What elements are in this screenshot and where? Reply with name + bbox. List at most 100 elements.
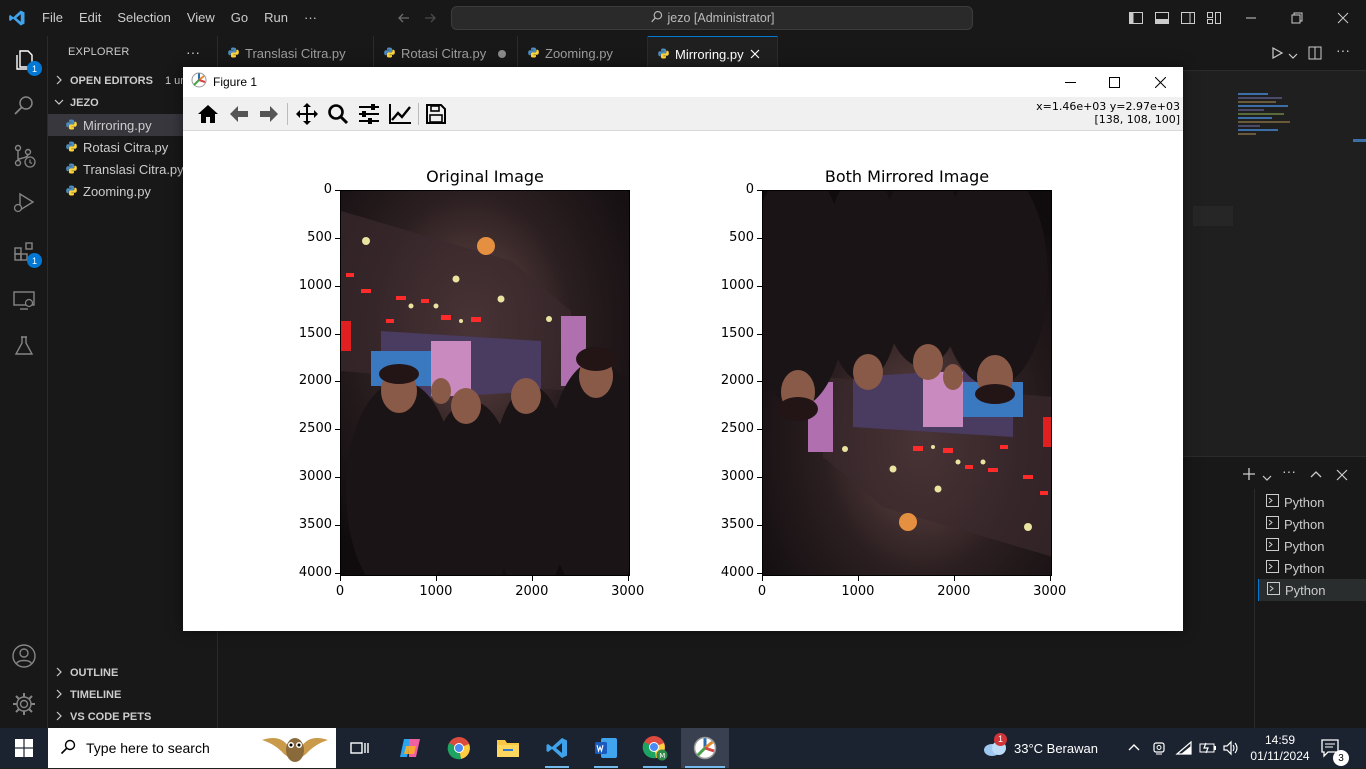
terminal-label: Python <box>1284 560 1325 576</box>
vscode-pets-section[interactable]: VS CODE PETS <box>48 706 217 728</box>
weather-widget[interactable]: 1 33°C Berawan <box>982 728 1098 768</box>
outline-section[interactable]: OUTLINE <box>48 662 217 684</box>
maximize-panel-icon[interactable] <box>1310 468 1322 486</box>
minimize-button[interactable] <box>1228 0 1274 36</box>
word-icon[interactable] <box>582 728 630 768</box>
timeline-label: TIMELINE <box>70 689 122 701</box>
customize-layout-icon[interactable] <box>1206 10 1222 31</box>
minimap[interactable] <box>1238 91 1298 146</box>
run-debug-icon[interactable] <box>8 186 40 218</box>
python-file-icon <box>66 162 77 177</box>
battery-icon[interactable] <box>1199 728 1217 768</box>
close-tab-icon[interactable] <box>750 47 760 62</box>
close-panel-icon[interactable] <box>1336 468 1348 486</box>
zoom-magnifier-icon[interactable] <box>324 101 352 127</box>
panel-more-icon[interactable]: ··· <box>1282 463 1296 479</box>
x-tick-mark <box>857 576 859 581</box>
menu-go[interactable]: Go <box>223 0 256 36</box>
tab-zooming[interactable]: Zooming.py <box>518 36 648 71</box>
new-terminal-icon[interactable] <box>1242 467 1256 486</box>
terminal-icon <box>1266 494 1279 510</box>
notification-center-icon[interactable]: 3 <box>1320 728 1349 768</box>
vscode-taskbar-icon[interactable] <box>533 728 581 768</box>
y-tick-mark <box>757 285 762 287</box>
chrome-icon[interactable] <box>435 728 483 768</box>
search-view-icon[interactable] <box>8 90 40 122</box>
source-control-icon[interactable] <box>8 140 40 172</box>
clock-date: 01/11/2024 <box>1250 749 1310 763</box>
terminal-dropdown-icon[interactable] <box>1262 470 1272 488</box>
terminal-item[interactable]: Python <box>1258 491 1366 513</box>
start-button[interactable] <box>0 728 48 768</box>
run-dropdown-icon[interactable] <box>1288 48 1298 66</box>
y-tick-label: 1500 <box>298 325 332 341</box>
tab-label: Zooming.py <box>545 46 613 61</box>
toggle-secondary-sidebar-icon[interactable] <box>1180 10 1196 31</box>
matplotlib-logo-icon <box>191 72 207 93</box>
task-view-icon[interactable] <box>336 728 384 768</box>
terminal-item-selected[interactable]: Python <box>1258 579 1366 601</box>
remote-explorer-icon[interactable] <box>8 284 40 316</box>
timeline-section[interactable]: TIMELINE <box>48 684 217 706</box>
edit-axis-icon[interactable] <box>386 101 414 127</box>
show-hidden-icons-icon[interactable] <box>1127 728 1141 768</box>
y-tick-label: 3000 <box>720 469 754 485</box>
terminal-item[interactable]: Python <box>1258 535 1366 557</box>
home-icon[interactable] <box>194 101 222 127</box>
mirrored-image[interactable] <box>762 190 1052 576</box>
wifi-icon[interactable] <box>1175 728 1193 768</box>
camera-icon[interactable] <box>1151 728 1167 768</box>
menu-view[interactable]: View <box>179 0 223 36</box>
editor-tabs: Translasi Citra.py Rotasi Citra.py Zoomi… <box>218 36 1366 71</box>
figure-minimize-button[interactable] <box>1047 67 1093 97</box>
terminal-item[interactable]: Python <box>1258 513 1366 535</box>
file-explorer-icon[interactable] <box>484 728 532 768</box>
forward-arrow-icon[interactable] <box>422 10 438 31</box>
configure-subplots-icon[interactable] <box>355 101 383 127</box>
x-tick-label: 0 <box>757 584 767 599</box>
settings-gear-icon[interactable] <box>8 688 40 720</box>
testing-flask-icon[interactable] <box>8 330 40 362</box>
y-tick-mark <box>757 237 762 239</box>
close-button[interactable] <box>1320 0 1366 36</box>
extensions-icon[interactable]: 1 <box>8 236 42 268</box>
toggle-sidebar-icon[interactable] <box>1128 10 1144 31</box>
terminal-item[interactable]: Python <box>1258 557 1366 579</box>
explorer-icon[interactable]: 1 <box>8 44 42 76</box>
tab-rotasi[interactable]: Rotasi Citra.py <box>374 36 518 71</box>
x-tick-mark <box>953 576 955 581</box>
matplotlib-taskbar-icon[interactable] <box>681 728 729 768</box>
save-floppy-icon[interactable] <box>422 101 450 127</box>
more-actions-icon[interactable]: ··· <box>186 44 200 60</box>
menu-file[interactable]: File <box>34 0 71 36</box>
menu-more[interactable]: ··· <box>296 0 325 36</box>
copilot-icon[interactable] <box>386 728 434 768</box>
unsaved-dot-icon[interactable] <box>498 49 507 58</box>
pan-move-icon[interactable] <box>293 101 321 127</box>
clock[interactable]: 14:59 01/11/2024 <box>1250 728 1310 768</box>
taskbar-search-box[interactable]: Type here to search <box>48 728 336 768</box>
tab-mirroring[interactable]: Mirroring.py <box>648 36 778 71</box>
run-file-icon[interactable] <box>1270 46 1284 65</box>
editor-more-icon[interactable]: ··· <box>1336 42 1350 58</box>
figure-close-button[interactable] <box>1137 67 1183 97</box>
volume-icon[interactable] <box>1222 728 1240 768</box>
chevron-right-icon <box>54 711 64 724</box>
coords-xy: x=1.46e+03 y=2.97e+03 <box>1036 100 1180 113</box>
menu-run[interactable]: Run <box>256 0 296 36</box>
back-arrow-icon[interactable] <box>225 101 253 127</box>
original-image[interactable] <box>340 190 630 576</box>
toggle-panel-icon[interactable] <box>1154 10 1170 31</box>
menu-selection[interactable]: Selection <box>109 0 178 36</box>
tab-translasi[interactable]: Translasi Citra.py <box>218 36 374 71</box>
chrome-profile-icon[interactable]: M <box>631 728 679 768</box>
command-center[interactable]: jezo [Administrator] <box>451 6 973 30</box>
forward-arrow-icon[interactable] <box>255 101 283 127</box>
figure-maximize-button[interactable] <box>1091 67 1137 97</box>
split-editor-icon[interactable] <box>1308 46 1322 65</box>
restore-button[interactable] <box>1274 0 1320 36</box>
menu-edit[interactable]: Edit <box>71 0 109 36</box>
y-tick-label: 3500 <box>720 517 754 533</box>
back-arrow-icon[interactable] <box>396 10 412 31</box>
account-icon[interactable] <box>8 640 40 672</box>
